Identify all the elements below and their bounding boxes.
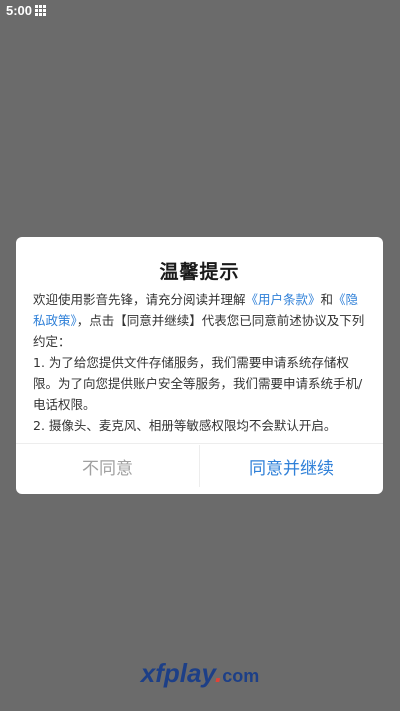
decline-button[interactable]: 不同意 [16,444,199,494]
status-time: 5:00 [6,3,33,18]
accept-button[interactable]: 同意并继续 [200,444,383,494]
intro-text-2: 和 [320,292,334,307]
intro-text-1: 欢迎使用影音先锋，请充分阅读并理解 [33,292,246,307]
intro-text-3: ，点击【同意并继续】代表您已同意前述协议及下列约定： [33,313,365,349]
brand-main: xfplay [140,658,215,688]
user-terms-link[interactable]: 《用户条款》 [246,292,321,307]
dialog-title: 温馨提示 [159,261,240,283]
dialog-item-1: 1. 为了给您提供文件存储服务，我们需要申请系统存储权限。为了向您提供账户安全等… [33,355,363,412]
status-bar: 5:00 [0,0,400,20]
brand-suffix: com [222,666,260,686]
grid-icon [35,5,46,16]
dialog-item-2: 2. 摄像头、麦克风、相册等敏感权限均不会默认开启。 [33,418,337,433]
dialog-body: 欢迎使用影音先锋，请充分阅读并理解《用户条款》和《隐私政策》，点击【同意并继续】… [33,289,369,436]
privacy-dialog: 温馨提示 欢迎使用影音先锋，请充分阅读并理解《用户条款》和《隐私政策》，点击【同… [16,237,383,494]
brand-watermark: xfplay.com [0,658,400,689]
dialog-intro: 欢迎使用影音先锋，请充分阅读并理解《用户条款》和《隐私政策》，点击【同意并继续】… [33,289,369,352]
